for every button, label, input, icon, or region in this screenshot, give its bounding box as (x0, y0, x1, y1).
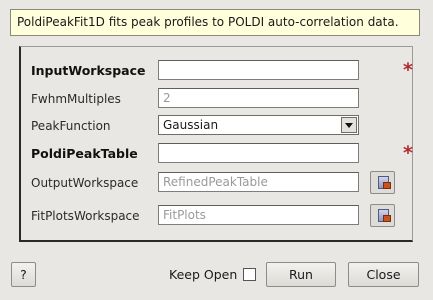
fit-plots-workspace-label: FitPlotsWorkspace (31, 209, 140, 223)
row-output-workspace: OutputWorkspace (21, 171, 413, 194)
row-peak-function: PeakFunction Gaussian (21, 115, 413, 137)
fit-plots-workspace-field[interactable] (158, 205, 359, 225)
asterisk-icon: * (403, 59, 413, 81)
close-button[interactable]: Close (348, 262, 419, 287)
fwhm-multiples-field[interactable] (158, 88, 359, 108)
keep-open-label: Keep Open (169, 267, 238, 282)
peak-function-label: PeakFunction (31, 119, 111, 133)
browse-workspace-button[interactable] (370, 204, 395, 227)
browse-workspace-button[interactable] (370, 171, 395, 194)
output-workspace-field[interactable] (158, 172, 359, 192)
poldi-peak-table-label: PoldiPeakTable (31, 146, 138, 161)
row-input-workspace: InputWorkspace * (21, 60, 413, 82)
peak-function-value: Gaussian (163, 118, 219, 132)
input-workspace-label: InputWorkspace (31, 63, 146, 78)
row-fwhm-multiples: FwhmMultiples (21, 88, 413, 110)
browse-workspace-icon-badge (383, 215, 391, 222)
row-poldi-peak-table: PoldiPeakTable * (21, 143, 413, 165)
properties-panel: InputWorkspace * FwhmMultiples PeakFunct… (19, 46, 413, 242)
run-button[interactable]: Run (266, 262, 336, 287)
asterisk-icon: * (403, 142, 413, 164)
keep-open-checkbox[interactable] (243, 268, 256, 281)
row-fit-plots-workspace: FitPlotsWorkspace (21, 204, 413, 227)
algorithm-description: PoldiPeakFit1D fits peak profiles to POL… (10, 9, 420, 36)
browse-workspace-icon-badge (383, 182, 391, 189)
input-workspace-field[interactable] (158, 60, 359, 80)
peak-function-select[interactable]: Gaussian (158, 115, 359, 135)
fwhm-multiples-label: FwhmMultiples (31, 92, 121, 106)
poldi-peak-table-field[interactable] (158, 143, 359, 163)
chevron-down-icon[interactable] (341, 117, 357, 133)
output-workspace-label: OutputWorkspace (31, 176, 139, 190)
help-button[interactable]: ? (11, 262, 36, 287)
